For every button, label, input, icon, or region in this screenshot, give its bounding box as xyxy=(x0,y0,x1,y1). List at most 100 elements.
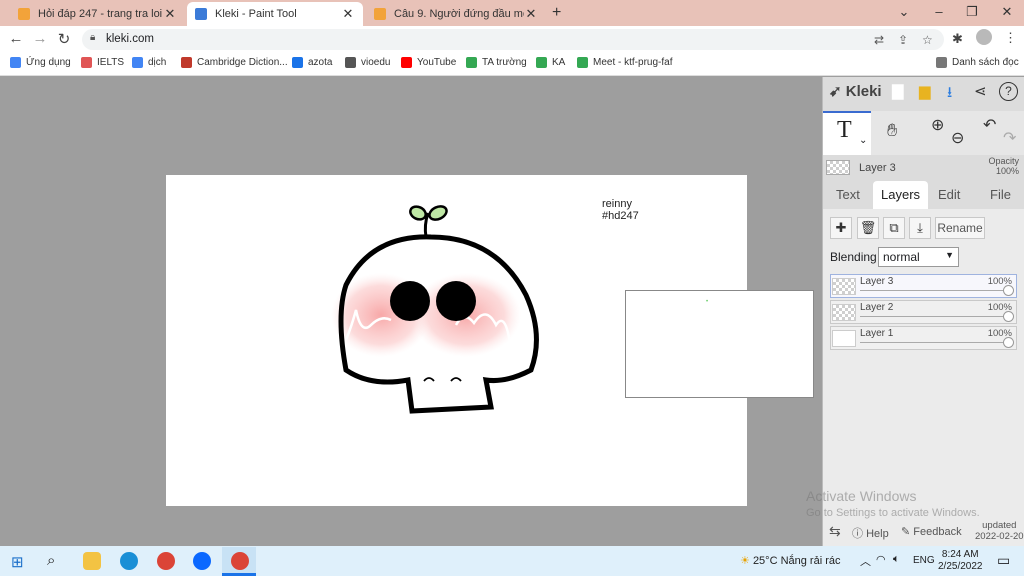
tab-kleki[interactable]: Kleki - Paint Tool ✕ xyxy=(187,2,363,26)
weather-widget[interactable]: ☀ 25°C Nắng rải rác xyxy=(740,554,841,567)
layer-thumbnail xyxy=(826,160,850,175)
bookmark-vioedu[interactable]: vioedu xyxy=(345,57,390,68)
opacity-value: 100% xyxy=(995,166,1019,176)
file-explorer-icon[interactable] xyxy=(83,552,101,570)
extensions-icon[interactable]: ✱ xyxy=(952,31,963,47)
hand-tool-icon[interactable]: ✋︎ xyxy=(887,120,897,141)
open-folder-icon[interactable]: ▆ xyxy=(919,82,931,100)
canvas-workspace[interactable]: reinny #hd247 • xyxy=(0,77,822,546)
search-icon[interactable]: ⌕ xyxy=(47,552,55,569)
duplicate-layer-button[interactable]: ⧉ xyxy=(883,217,905,239)
rename-layer-button[interactable]: Rename xyxy=(935,217,985,239)
bookmark-label: dịch xyxy=(148,57,167,68)
chevron-up-icon[interactable]: ︿ xyxy=(860,553,871,569)
share-icon[interactable]: ⋖ xyxy=(974,82,987,100)
layer-row-2[interactable]: Layer 2 100% xyxy=(830,300,1017,324)
tab-file[interactable]: File xyxy=(990,187,1011,202)
help-link[interactable]: ⓘ Help xyxy=(852,525,889,541)
bookmark-azota[interactable]: azota xyxy=(292,57,332,68)
language-indicator[interactable]: ENG xyxy=(913,555,935,566)
tab-edit[interactable]: Edit xyxy=(938,187,960,202)
tab-cau9[interactable]: Câu 9. Người đứng đầu một bộ lạc ✕ xyxy=(366,2,546,26)
undo-icon[interactable]: ↶ xyxy=(983,115,996,135)
translate-icon[interactable]: ⇄ xyxy=(874,33,884,47)
activate-windows-subtitle: Go to Settings to activate Windows. xyxy=(806,507,980,519)
layer-thumbnail xyxy=(832,304,856,321)
edge-icon[interactable] xyxy=(120,552,138,570)
redo-icon[interactable]: ↷ xyxy=(1003,128,1016,148)
swap-side-icon[interactable]: ⇆ xyxy=(829,523,841,540)
bookmark-youtube[interactable]: YouTube xyxy=(401,57,456,68)
zoom-in-icon[interactable]: ⊕ xyxy=(931,115,944,135)
layer-row-1[interactable]: Layer 1 100% xyxy=(830,326,1017,350)
back-icon[interactable]: ← xyxy=(7,30,25,47)
volume-icon[interactable]: 🔈︎ xyxy=(893,553,900,566)
bookmark-ielts[interactable]: IELTS xyxy=(81,57,124,68)
share-icon[interactable]: ⇪ xyxy=(898,33,908,47)
new-tab-button[interactable]: + xyxy=(552,4,561,22)
tab-search-icon[interactable]: ⌄ xyxy=(894,4,914,20)
bookmark-label: IELTS xyxy=(97,57,125,68)
navigator-preview[interactable]: • xyxy=(625,290,814,398)
hoidap-icon xyxy=(374,8,386,20)
bookmark-ta-truong[interactable]: TA trường xyxy=(466,57,527,68)
omnibox[interactable]: 🔒︎ kleki.com ⇄ ⇪ ☆ xyxy=(82,29,944,50)
layer-name: Layer 2 xyxy=(860,302,894,313)
activate-windows-title: Activate Windows xyxy=(806,488,917,504)
minimize-button[interactable]: – xyxy=(929,4,949,19)
forward-icon[interactable]: → xyxy=(31,30,49,47)
tab-hoidap[interactable]: Hỏi đáp 247 - trang tra loi ✕ xyxy=(10,2,185,26)
zalo-icon[interactable] xyxy=(193,552,211,570)
chevron-down-icon[interactable]: ⌄ xyxy=(859,135,867,146)
bookmark-apps[interactable]: Ứng dụng xyxy=(10,57,71,68)
opacity-slider[interactable] xyxy=(860,316,1008,317)
feedback-link[interactable]: ✎ Feedback xyxy=(901,525,962,538)
notification-icon[interactable]: ▭ xyxy=(997,552,1010,569)
opacity-label: Opacity xyxy=(988,156,1019,166)
reading-list[interactable]: Danh sách đọc xyxy=(936,57,1019,68)
layer-row-3[interactable]: Layer 3 100% xyxy=(830,274,1017,298)
opacity-slider[interactable] xyxy=(860,290,1008,291)
opacity-slider-knob[interactable] xyxy=(1003,311,1014,322)
tab-text[interactable]: Text xyxy=(836,187,860,202)
delete-layer-button[interactable]: 🗑︎ xyxy=(857,217,879,239)
tab-layers[interactable]: Layers xyxy=(873,181,929,209)
new-image-icon[interactable]: ▇ xyxy=(892,82,904,100)
close-icon[interactable]: ✕ xyxy=(524,6,538,22)
chrome-icon[interactable] xyxy=(157,552,175,570)
opacity-slider[interactable] xyxy=(860,342,1008,343)
text-tool-button[interactable]: T ⌄ xyxy=(823,111,871,155)
current-layer-strip: Layer 3 Opacity 100% xyxy=(823,155,1024,181)
bookmark-star-icon[interactable]: ☆ xyxy=(922,33,933,47)
tab-title: Kleki - Paint Tool xyxy=(215,8,297,20)
download-icon[interactable]: ⭳ xyxy=(947,82,952,107)
close-window-button[interactable]: ✕ xyxy=(997,4,1017,20)
profile-avatar[interactable] xyxy=(976,29,992,45)
bookmark-cambridge[interactable]: Cambridge Diction... xyxy=(181,57,288,68)
windows-start-icon[interactable]: ⊞ xyxy=(11,553,24,571)
lock-icon[interactable]: 🔒︎ xyxy=(90,32,95,43)
merge-down-button[interactable]: ⤓ xyxy=(909,217,931,239)
close-icon[interactable]: ✕ xyxy=(163,6,177,22)
bookmark-label: Ứng dụng xyxy=(26,57,71,68)
bookmark-meet[interactable]: Meet - ktf-prug-faf xyxy=(577,57,672,68)
kleki-logo[interactable]: ➹ Kleki xyxy=(829,82,882,100)
opacity-slider-knob[interactable] xyxy=(1003,285,1014,296)
system-clock[interactable]: 8:24 AM 2/25/2022 xyxy=(938,549,983,573)
updated-date: 2022-02-20 xyxy=(975,531,1024,542)
reload-icon[interactable]: ↻ xyxy=(55,30,73,48)
url-text[interactable]: kleki.com xyxy=(106,33,154,45)
restore-button[interactable]: ❐ xyxy=(962,4,982,20)
help-icon[interactable]: ? xyxy=(999,82,1018,101)
opacity-slider-knob[interactable] xyxy=(1003,337,1014,348)
classroom-icon xyxy=(577,57,588,68)
close-icon[interactable]: ✕ xyxy=(341,6,355,22)
wifi-icon[interactable]: ◠ xyxy=(876,553,886,566)
zoom-out-icon[interactable]: ⊖ xyxy=(951,128,964,148)
blending-select[interactable]: normal ▼ xyxy=(878,247,959,267)
add-layer-button[interactable]: ✚ xyxy=(830,217,852,239)
chrome-active-icon[interactable] xyxy=(231,552,249,570)
bookmark-ka[interactable]: KA xyxy=(536,57,565,68)
bookmark-dich[interactable]: dịch xyxy=(132,57,166,68)
menu-icon[interactable]: ⋮ xyxy=(1004,30,1017,46)
